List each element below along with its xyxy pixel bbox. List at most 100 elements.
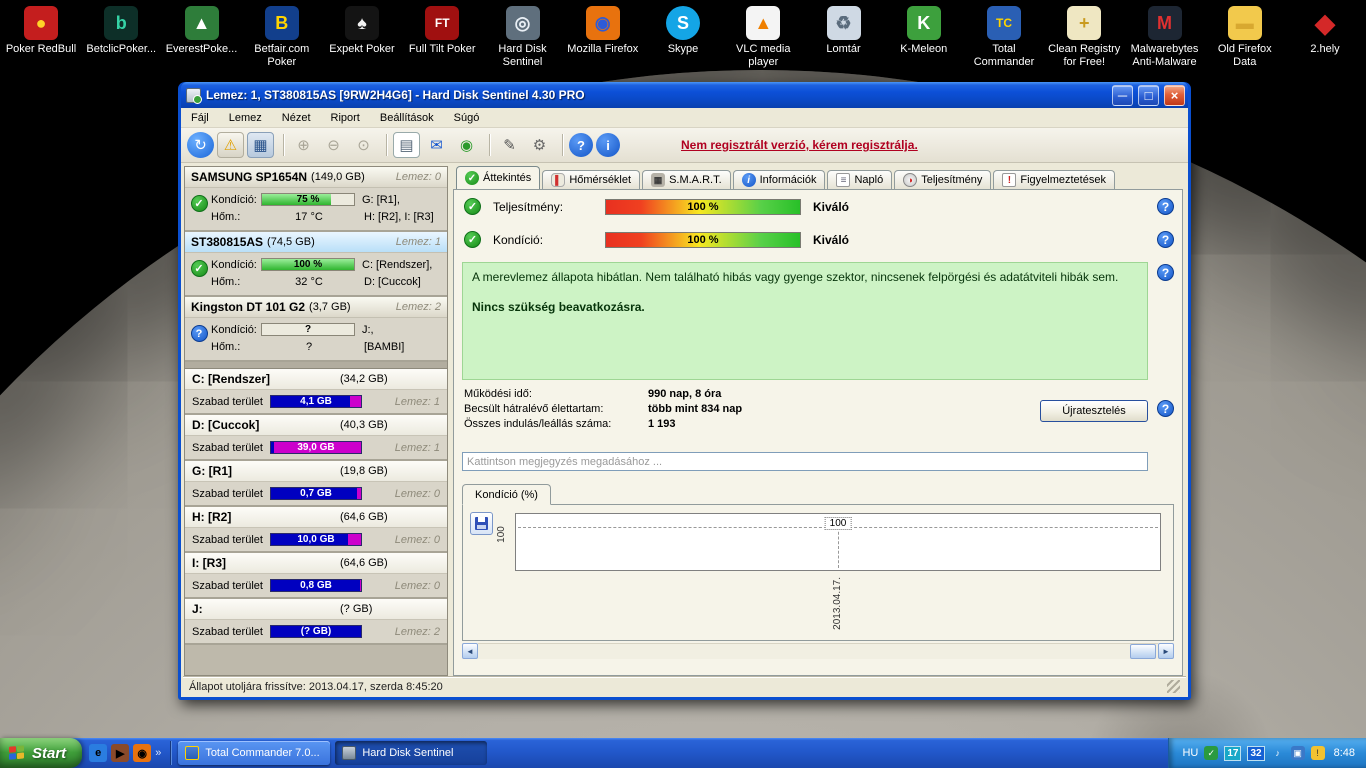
task-hard-disk-sentinel[interactable]: Hard Disk Sentinel (335, 741, 488, 765)
condition-value: 100 % (293, 259, 323, 270)
desktop-icon-mozilla-firefox[interactable]: ◉ Mozilla Firefox (564, 6, 642, 69)
desktop-icon-malwarebytes[interactable]: M Malwarebytes Anti-Malware (1126, 6, 1204, 69)
desktop-icon-skype[interactable]: S Skype (644, 6, 722, 69)
task-total-commander[interactable]: Total Commander 7.0... (178, 741, 331, 765)
desktop-icon-clean-registry[interactable]: + Clean Registry for Free! (1045, 6, 1123, 69)
menu-view[interactable]: Nézet (282, 112, 311, 124)
partition-item-d[interactable]: D: [Cuccok] (40,3 GB) Szabad terület 39,0 … (185, 415, 447, 461)
disk-temperature-badge-2[interactable]: 32 (1247, 745, 1265, 761)
settings-button[interactable]: ⚙ (526, 132, 553, 158)
tab-performance[interactable]: ◑ Teljesítmény (894, 170, 992, 189)
disk-temperature-badge-1[interactable]: 17 (1224, 745, 1242, 761)
report-button[interactable]: ▤ (393, 132, 420, 158)
zoom-out-button[interactable]: ⊖ (320, 132, 347, 158)
tab-temperature[interactable]: ▌ Hőmérséklet (542, 170, 641, 189)
desktop-icon-total-commander[interactable]: TC Total Commander (965, 6, 1043, 69)
menu-file[interactable]: Fájl (191, 112, 209, 124)
status-text: Állapot utoljára frissítve: 2013.04.17, … (189, 680, 443, 693)
desktop-icon-betfair-poker[interactable]: B Betfair.com Poker (243, 6, 321, 69)
register-notice-link[interactable]: Nem regisztrált verzió, kérem regisztrál… (681, 138, 918, 152)
close-button[interactable]: × (1164, 84, 1185, 106)
desktop-icon-old-firefox-data[interactable]: ▬ Old Firefox Data (1206, 6, 1284, 69)
desktop-icon-poker-redbull[interactable]: ● Poker RedBull (2, 6, 80, 69)
menu-settings[interactable]: Beállítások (380, 112, 434, 124)
web-button[interactable]: ◉ (453, 132, 480, 158)
updates-icon[interactable]: ! (1310, 746, 1325, 760)
resize-grip[interactable] (1167, 680, 1180, 693)
desktop-icon-expekt-poker[interactable]: ♠ Expekt Poker (323, 6, 401, 69)
partition-disk-number: Lemez: 0 (394, 487, 440, 500)
info-button[interactable]: i (596, 133, 620, 157)
free-space-label: Szabad terület (192, 487, 263, 500)
desktop-icon-k-meleon[interactable]: K K-Meleon (885, 6, 963, 69)
disk-item-kingston[interactable]: Kingston DT 101 G2(3,7 GB) Lemez: 2 Kondí… (185, 297, 447, 362)
desktop-icon-full-tilt-poker[interactable]: FT Full Tilt Poker (403, 6, 481, 69)
partition-item-g[interactable]: G: [R1] (19,8 GB) Szabad terület 0,7 GB Lem… (185, 461, 447, 507)
scroll-track[interactable] (478, 643, 1158, 659)
volume-icon[interactable]: ♪ (1271, 746, 1285, 760)
media-player-icon[interactable]: ▶ (111, 744, 130, 762)
partition-item-j[interactable]: J: (? GB) Szabad terület (? GB) Lemez: 2 (185, 599, 447, 645)
tab-log[interactable]: ≡ Napló (827, 170, 893, 189)
firefox-icon[interactable]: ◉ (133, 744, 152, 762)
icon-glyph: TC (996, 16, 1012, 30)
help-icon[interactable] (1157, 264, 1174, 281)
free-space-value: 0,8 GB (300, 580, 332, 591)
scroll-right-button[interactable]: ► (1158, 643, 1174, 659)
clock[interactable]: 8:48 (1334, 747, 1355, 759)
tab-smart[interactable]: ▦ S.M.A.R.T. (642, 170, 731, 189)
scroll-left-button[interactable]: ◄ (462, 643, 478, 659)
menu-help[interactable]: Súgó (454, 112, 480, 124)
comment-input[interactable] (462, 452, 1148, 471)
condition-value: 75 % (296, 194, 320, 205)
help-icon[interactable] (1157, 400, 1174, 417)
menubar: Fájl Lemez Nézet Riport Beállítások Súgó (181, 108, 1188, 128)
desktop-icon-recycle-bin[interactable]: ♻ Lomtár (805, 6, 883, 69)
tab-information[interactable]: i Információk (732, 170, 826, 189)
network-icon[interactable]: ▣ (1290, 746, 1305, 760)
menu-report[interactable]: Riport (331, 112, 360, 124)
desktop-icon-vlc[interactable]: ▲ VLC media player (724, 6, 802, 69)
desktop-icon-betclic-poker[interactable]: b BetclicPoker... (82, 6, 160, 69)
disk-item-st380815as-selected[interactable]: ST380815AS(74,5 GB) Lemez: 1 Kondíció: 100… (185, 232, 447, 297)
desktop-icon-hard-disk-sentinel[interactable]: ◎ Hard Disk Sentinel (484, 6, 562, 69)
minimize-button[interactable]: ─ (1112, 84, 1133, 106)
icon-glyph: FT (434, 16, 450, 30)
quick-launch-overflow[interactable]: » (155, 747, 161, 759)
partition-item-i[interactable]: I: [R3] (64,6 GB) Szabad terület 0,8 GB Lem… (185, 553, 447, 599)
tab-overview[interactable]: ✓ Áttekintés (456, 166, 541, 189)
send-report-button[interactable]: ✉ (423, 132, 450, 158)
disk-name: Kingston DT 101 G2 (191, 300, 306, 314)
retest-button[interactable]: Újratesztelés (1040, 400, 1148, 422)
keyboard-language-indicator[interactable]: HU (1182, 747, 1198, 759)
partition-item-h[interactable]: H: [R2] (64,6 GB) Szabad terület 10,0 GB Le… (185, 507, 447, 553)
edit-button[interactable]: ✎ (496, 132, 523, 158)
monitor-button[interactable]: ▦ (247, 132, 274, 158)
zoom-in-button[interactable]: ⊕ (290, 132, 317, 158)
titlebar[interactable]: Lemez: 1, ST380815AS [9RW2H4G6] - Hard D… (181, 82, 1188, 108)
desktop-icon-2-hely[interactable]: ◆ 2.hely (1286, 6, 1364, 69)
save-chart-button[interactable] (470, 512, 493, 535)
partition-item-c[interactable]: C: [Rendszer] (34,2 GB) Szabad terület 4,1… (185, 369, 447, 415)
help-button[interactable]: ? (569, 133, 593, 157)
help-icon[interactable] (1157, 231, 1174, 248)
partition-disk-number: Lemez: 2 (394, 625, 440, 638)
chart-tab-condition[interactable]: Kondíció (%) (462, 484, 551, 505)
surface-test-button[interactable]: ⚠ (217, 132, 244, 158)
find-button[interactable]: ⊙ (350, 132, 377, 158)
start-button[interactable]: Start (0, 738, 83, 768)
refresh-button[interactable]: ↻ (187, 132, 214, 158)
disk-item-samsung[interactable]: SAMSUNG SP1654N(149,0 GB) Lemez: 0 Kondíc… (185, 167, 447, 232)
temperature-label: Hőm.: (211, 275, 241, 288)
maximize-button[interactable]: □ (1138, 84, 1159, 106)
condition-rating: Kiváló (813, 232, 850, 247)
antivirus-tray-icon[interactable]: ✓ (1204, 746, 1219, 760)
tab-alerts[interactable]: ! Figyelmeztetések (993, 170, 1115, 189)
desktop-icon-everest-poker[interactable]: ▲ EverestPoke... (163, 6, 241, 69)
help-icon[interactable] (1157, 198, 1174, 215)
hard-disk-sentinel-icon: ◎ (505, 6, 540, 40)
condition-bar: 100 % (261, 258, 355, 271)
internet-explorer-icon[interactable]: e (89, 744, 108, 762)
scroll-thumb[interactable] (1130, 644, 1156, 659)
menu-disk[interactable]: Lemez (229, 112, 262, 124)
